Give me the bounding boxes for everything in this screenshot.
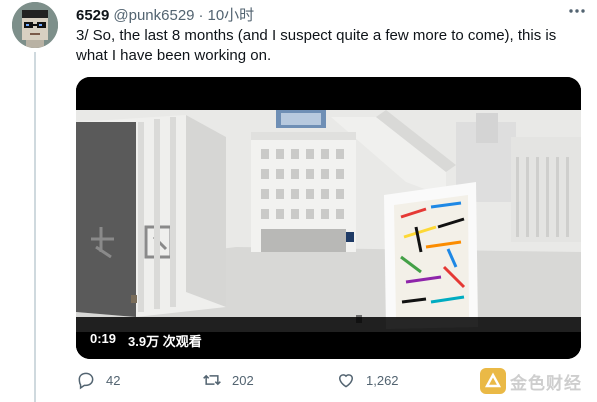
tweet-timestamp[interactable]: 10小时 bbox=[208, 4, 255, 25]
retweet-count: 202 bbox=[232, 372, 254, 388]
video-meta: 0:19 3.9万 次观看 bbox=[90, 331, 202, 350]
pixel-punk-avatar-image bbox=[12, 2, 58, 48]
tweet-text: 3/ So, the last 8 months (and I suspect … bbox=[76, 27, 557, 64]
video-frame-image bbox=[76, 77, 581, 359]
heart-icon bbox=[338, 374, 354, 388]
reply-icon bbox=[78, 372, 94, 390]
more-dots-icon bbox=[569, 9, 585, 13]
author-handle[interactable]: @punk6529 bbox=[113, 7, 194, 24]
tweet-header: 6529 @punk6529 · 10小时 bbox=[76, 4, 254, 25]
retweet-button[interactable]: 202 bbox=[202, 370, 254, 390]
video-duration: 0:19 bbox=[90, 331, 117, 346]
watermark-text: 金色财经 bbox=[510, 373, 582, 393]
like-button[interactable]: 1,262 bbox=[336, 370, 399, 390]
watermark: 金色财经 bbox=[480, 368, 582, 394]
author-avatar[interactable] bbox=[12, 2, 58, 48]
like-count: 1,262 bbox=[366, 372, 399, 388]
watermark-logo-icon bbox=[480, 368, 506, 394]
reply-button[interactable]: 42 bbox=[76, 370, 120, 390]
more-icon[interactable] bbox=[566, 0, 588, 27]
thread-line bbox=[34, 52, 36, 402]
author-name[interactable]: 6529 bbox=[76, 7, 109, 24]
video-views: 3.9万 次观看 bbox=[128, 334, 202, 349]
reply-count: 42 bbox=[106, 372, 121, 388]
separator-dot: · bbox=[198, 7, 204, 24]
retweet-icon bbox=[203, 374, 221, 386]
video-player[interactable]: 0:19 3.9万 次观看 bbox=[76, 77, 581, 359]
